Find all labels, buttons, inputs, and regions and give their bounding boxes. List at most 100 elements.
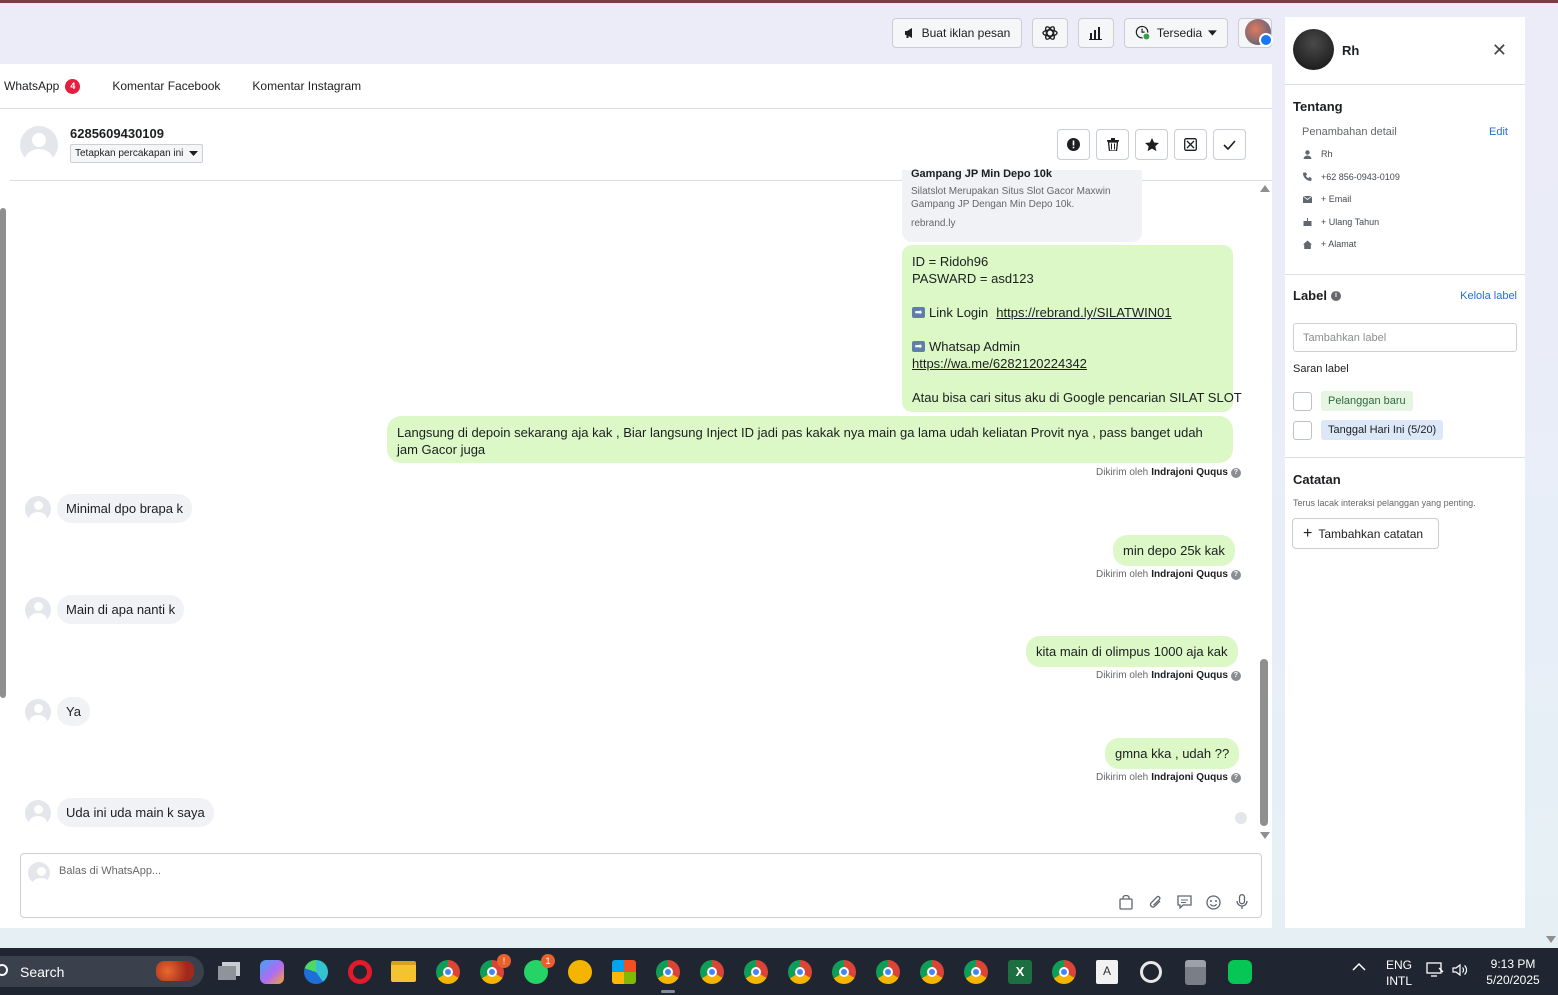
- page-scroll-down-arrow[interactable]: [1546, 936, 1556, 943]
- catalog-button[interactable]: [1117, 893, 1135, 911]
- chevron-up-icon: [1352, 962, 1366, 971]
- opera-browser-icon[interactable]: [348, 960, 372, 984]
- clock[interactable]: 9:13 PM 5/20/2025: [1478, 956, 1548, 988]
- detail-email-row[interactable]: + Email: [1293, 188, 1517, 211]
- scroll-up-arrow[interactable]: [1260, 185, 1270, 192]
- link-preview-card[interactable]: Gampang JP Min Depo 10k Silatslot Merupa…: [902, 168, 1142, 242]
- seen-avatar-icon: [1235, 812, 1247, 824]
- admin-whatsapp-link[interactable]: https://wa.me/6282120224342: [912, 355, 1087, 372]
- network-icon[interactable]: [1426, 962, 1444, 980]
- availability-dropdown[interactable]: Tersedia: [1124, 18, 1228, 48]
- incoming-message: Ya: [57, 697, 90, 726]
- link-preview-description: Silatslot Merupakan Situs Slot Gacor Max…: [911, 186, 1111, 210]
- clock-time: 9:13 PM: [1490, 957, 1536, 971]
- incoming-message: Minimal dpo brapa k: [57, 494, 193, 523]
- login-link[interactable]: https://rebrand.ly/SILATWIN01: [996, 304, 1171, 321]
- saved-replies-button[interactable]: [1175, 893, 1193, 911]
- calculator-icon[interactable]: [1185, 960, 1206, 985]
- caret-down-icon: [1208, 30, 1217, 36]
- text-app-icon[interactable]: A: [1096, 960, 1118, 984]
- chrome-profile-icon[interactable]: [700, 960, 724, 984]
- detail-phone-row: +62 856-0943-0109: [1293, 166, 1517, 189]
- outgoing-message: Langsung di depoin sekarang aja kak , Bi…: [387, 416, 1233, 463]
- chrome-profile-icon[interactable]: [964, 960, 988, 984]
- tab-whatsapp[interactable]: WhatsApp 4: [0, 78, 96, 94]
- chrome-profile-icon[interactable]: [832, 960, 856, 984]
- edge-browser-icon[interactable]: [304, 960, 328, 984]
- task-view-icon[interactable]: [218, 962, 240, 980]
- chrome-browser-icon[interactable]: [436, 960, 460, 984]
- contact-profile-picture: [1293, 29, 1334, 70]
- file-explorer-icon[interactable]: [391, 961, 416, 982]
- label-checkbox[interactable]: [1293, 420, 1312, 440]
- help-icon[interactable]: ?: [1230, 569, 1241, 580]
- edit-details-link[interactable]: Edit: [1489, 126, 1508, 138]
- chrome-profile-icon[interactable]: [788, 960, 812, 984]
- add-note-button[interactable]: + Tambahkan catatan: [1292, 518, 1439, 549]
- user-profile-avatar[interactable]: [1245, 19, 1273, 47]
- help-icon[interactable]: ?: [1230, 670, 1241, 681]
- add-label-input[interactable]: Tambahkan label: [1293, 323, 1517, 352]
- reply-input[interactable]: [59, 865, 659, 877]
- caret-down-icon: [189, 151, 199, 156]
- about-title: Tentang: [1293, 99, 1343, 114]
- chrome-profile-icon[interactable]: [744, 960, 768, 984]
- tab-facebook-comments[interactable]: Komentar Facebook: [96, 79, 236, 93]
- chrome-profile-icon[interactable]: [920, 960, 944, 984]
- tab-instagram-comments[interactable]: Komentar Instagram: [236, 79, 377, 93]
- star-conversation-button[interactable]: [1135, 129, 1168, 160]
- show-hidden-icons[interactable]: [1352, 960, 1366, 974]
- help-icon[interactable]: ?: [1230, 772, 1241, 783]
- vpn-shield-icon[interactable]: [568, 960, 592, 984]
- notification-badge: 1: [541, 954, 555, 968]
- excel-icon[interactable]: X: [1008, 960, 1032, 984]
- microphone-icon: [1236, 894, 1248, 909]
- sent-by-info: Dikirim oleh Indrajoni Ququs?: [1096, 670, 1241, 681]
- microsoft-store-icon[interactable]: [612, 960, 636, 984]
- info-icon[interactable]: i: [1330, 290, 1341, 301]
- emoji-button[interactable]: [1204, 893, 1222, 911]
- chrome-browser-icon[interactable]: !: [480, 954, 511, 984]
- voice-message-button[interactable]: [1233, 893, 1251, 911]
- ai-assistant-button[interactable]: [1032, 18, 1068, 48]
- search-highlight-image: [156, 961, 194, 981]
- volume-icon[interactable]: [1452, 963, 1468, 980]
- detail-birthday-row[interactable]: + Ulang Tahun: [1293, 211, 1517, 234]
- suggested-label-row: Pelanggan baru: [1293, 391, 1413, 411]
- connected-app-icon[interactable]: [1140, 961, 1162, 983]
- contact-name: Rh: [1342, 43, 1360, 58]
- top-toolbar: Buat iklan pesan Tersedia: [892, 18, 1272, 48]
- help-icon[interactable]: ?: [1230, 467, 1241, 478]
- line-messenger-icon[interactable]: [1228, 960, 1252, 984]
- label-checkbox[interactable]: [1293, 391, 1312, 411]
- active-app-indicator: [661, 990, 675, 993]
- credential-footer: Atau bisa cari situs aku di Google penca…: [912, 390, 1242, 405]
- taskbar-search[interactable]: Search: [0, 956, 204, 987]
- chrome-profile-icon[interactable]: [876, 960, 900, 984]
- message-text: Ya: [66, 704, 81, 719]
- assign-conversation-dropdown[interactable]: Tetapkan percakapan ini: [70, 144, 204, 163]
- mark-spam-button[interactable]: [1057, 129, 1090, 160]
- left-scrollbar[interactable]: [0, 208, 6, 698]
- chrome-profile-icon[interactable]: [656, 960, 680, 984]
- phone-icon: [1302, 172, 1312, 182]
- insights-button[interactable]: [1078, 18, 1114, 48]
- megaphone-icon: [904, 28, 912, 38]
- chat-scrollbar-thumb[interactable]: [1260, 659, 1268, 826]
- whatsapp-icon[interactable]: 1: [524, 954, 555, 984]
- copilot-icon[interactable]: [260, 960, 284, 984]
- star-icon: [1144, 137, 1159, 151]
- chrome-profile-icon[interactable]: [1052, 960, 1076, 984]
- attach-button[interactable]: [1146, 893, 1164, 911]
- close-icon[interactable]: ✕: [1492, 41, 1507, 59]
- mark-done-button[interactable]: [1213, 129, 1246, 160]
- message-text: min depo 25k kak: [1123, 543, 1225, 558]
- notification-badge: !: [497, 954, 511, 968]
- manage-labels-link[interactable]: Kelola label: [1460, 290, 1517, 302]
- input-language-indicator[interactable]: ENG INTL: [1386, 957, 1412, 989]
- move-to-done-inbox-button[interactable]: [1174, 129, 1207, 160]
- detail-address-row[interactable]: + Alamat: [1293, 233, 1517, 256]
- create-message-ad-button[interactable]: Buat iklan pesan: [892, 18, 1022, 48]
- scroll-down-arrow[interactable]: [1260, 832, 1270, 839]
- delete-conversation-button[interactable]: [1096, 129, 1129, 160]
